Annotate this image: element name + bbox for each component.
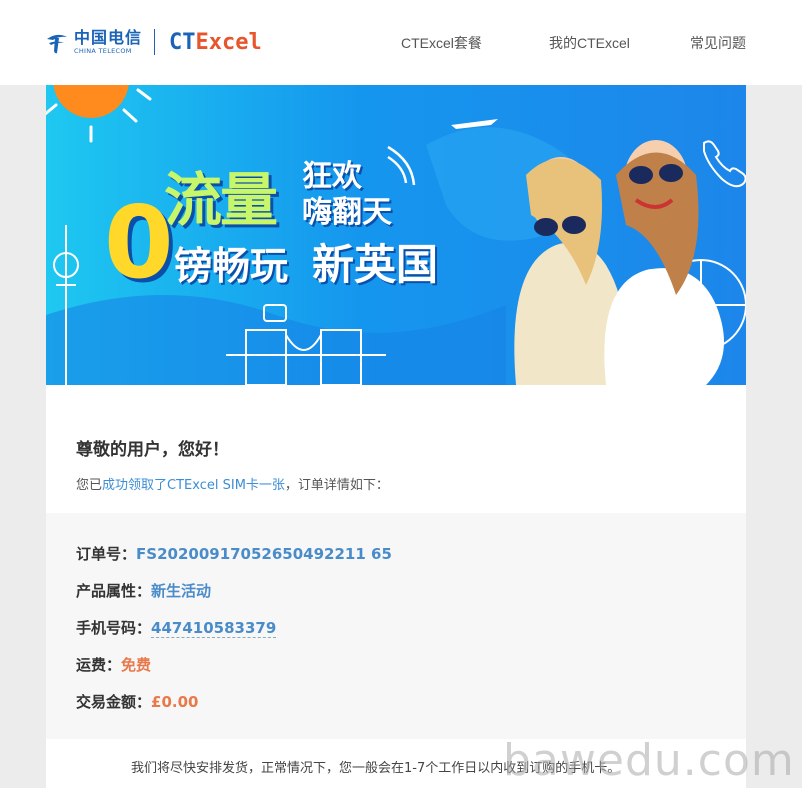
product-attr-row: 产品属性：新生活动 [76, 580, 211, 601]
logo[interactable]: 中国电信 CHINA TELECOM CTExcel [44, 22, 262, 62]
amount-value: £0.00 [151, 693, 199, 711]
banner-line1-small-b: 嗨翻天 [302, 195, 392, 230]
models-illustration [514, 140, 724, 385]
intro-suffix: ，订单详情如下： [284, 478, 389, 493]
banner-line2-text-b: 新英国 [312, 240, 439, 289]
sun-icon [53, 85, 129, 118]
amount-row: 交易金额：£0.00 [76, 691, 198, 712]
amount-label: 交易金额： [76, 693, 152, 711]
ctexcel-logo-part2: Excel [195, 29, 262, 55]
watermark: bawedu.com [503, 735, 795, 786]
wifi-icon [387, 145, 416, 186]
phone-label: 手机号码： [76, 619, 152, 637]
banner-line2-text: 镑畅玩 [174, 244, 289, 288]
greeting: 尊敬的用户，您好！ [76, 440, 229, 460]
nav-faq[interactable]: 常见问题 [690, 33, 746, 53]
brand-cn: 中国电信 [74, 27, 143, 47]
order-number-row: 订单号：FS20200917052650492211 65 [76, 543, 392, 564]
phone-icon [703, 140, 746, 188]
china-telecom-logo-icon [44, 29, 70, 55]
intro-highlight: 成功领取了CTExcel SIM卡一张 [102, 478, 285, 493]
product-attr-value: 新生活动 [151, 582, 212, 600]
ctexcel-logo: CTExcel [169, 30, 262, 55]
brand-text: 中国电信 CHINA TELECOM [74, 27, 143, 55]
banner-headline: 流量 [164, 153, 278, 237]
order-confirmation: 尊敬的用户，您好！ 您已成功领取了CTExcel SIM卡一张，订单详情如下： … [46, 385, 746, 788]
order-number-value: FS20200917052650492211 65 [136, 545, 392, 563]
logo-divider [154, 29, 156, 55]
banner-zero: 0 [104, 184, 174, 301]
banner-line1-big: 流量 [164, 166, 278, 234]
nav-my-ctexcel[interactable]: 我的CTExcel [549, 33, 630, 53]
intro-text: 您已成功领取了CTExcel SIM卡一张，订单详情如下： [76, 474, 389, 493]
header: 中国电信 CHINA TELECOM CTExcel CTExcel套餐 我的C… [0, 0, 802, 85]
intro-prefix: 您已 [76, 478, 103, 493]
phone-row: 手机号码：447410583379 [76, 617, 277, 638]
order-details: 订单号：FS20200917052650492211 65 产品属性：新生活动 … [46, 513, 746, 739]
shipping-label: 运费： [76, 656, 122, 674]
brand-en: CHINA TELECOM [74, 46, 132, 55]
nav-ctexcel-plans[interactable]: CTExcel套餐 [401, 33, 482, 53]
product-attr-label: 产品属性： [76, 582, 152, 600]
ctexcel-logo-part1: CT [169, 29, 196, 55]
order-number-label: 订单号： [76, 545, 137, 563]
shipping-row: 运费：免费 [76, 654, 151, 675]
promo-banner[interactable]: 流量 狂欢 嗨翻天 0 镑畅玩 新英国 [46, 85, 746, 385]
phone-value[interactable]: 447410583379 [151, 619, 277, 638]
shipping-value: 免费 [121, 656, 152, 674]
